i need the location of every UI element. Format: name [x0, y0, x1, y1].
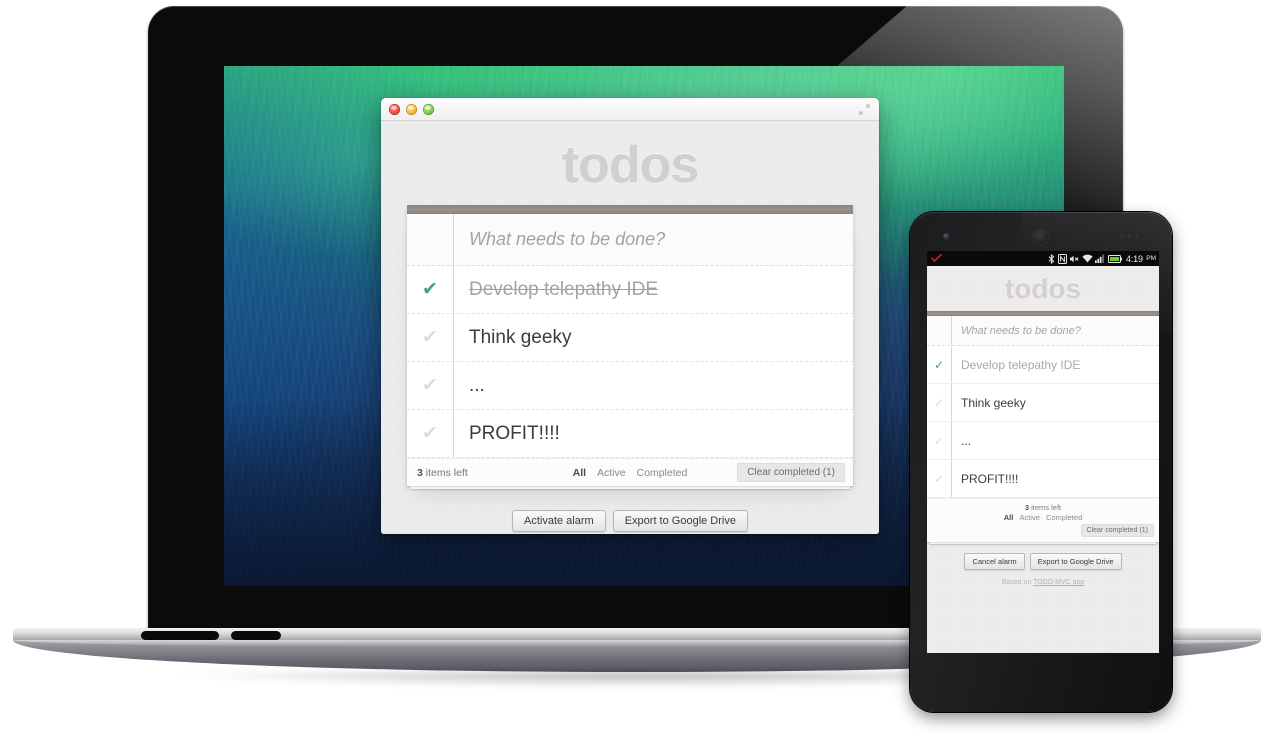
- notebook-margin-line: [951, 460, 952, 497]
- activate-alarm-button[interactable]: Activate alarm: [512, 510, 606, 532]
- window-titlebar[interactable]: [381, 98, 879, 121]
- list-item[interactable]: ✓ ...: [927, 422, 1159, 460]
- clear-completed-button[interactable]: Clear completed (1): [737, 463, 845, 482]
- todo-app: What needs to be done? ✔ Develop telepat…: [407, 205, 853, 486]
- list-item[interactable]: ✓ Think geeky: [927, 384, 1159, 422]
- todo-toggle-icon[interactable]: ✓: [927, 435, 951, 447]
- phone-page-title: todos: [1004, 273, 1082, 304]
- todo-toggle-icon[interactable]: ✓: [927, 473, 951, 485]
- table-row[interactable]: ✔ Develop telepathy IDE: [407, 266, 853, 314]
- status-bar-time: 4:19: [1126, 253, 1143, 264]
- page-title: todos: [561, 136, 700, 194]
- notebook-margin-line: [453, 410, 454, 457]
- phone-todo-app: What needs to be done? ✓ Develop telepat…: [927, 311, 1159, 542]
- todo-toggle-icon[interactable]: ✔: [407, 280, 453, 299]
- todo-label: PROFIT!!!!: [961, 471, 1019, 486]
- filter-completed[interactable]: Completed: [1046, 513, 1082, 522]
- nfc-icon: [1057, 253, 1067, 264]
- todo-toggle-icon[interactable]: ✓: [927, 397, 951, 409]
- app-viewport: todos What needs to be done? ✔ Develop t…: [381, 121, 879, 534]
- table-row[interactable]: ✔ PROFIT!!!!: [407, 410, 853, 458]
- notebook-margin-line: [453, 214, 454, 265]
- check-notification-icon: [931, 254, 942, 263]
- new-todo-input[interactable]: What needs to be done?: [469, 229, 665, 250]
- phone-extra-actions: Cancel alarm Export to Google Drive: [927, 553, 1159, 570]
- todo-toggle-icon[interactable]: ✔: [407, 424, 453, 443]
- phone-app-viewport: todos What needs to be done? ✓ Develop t…: [927, 266, 1159, 653]
- notebook-margin-line: [951, 316, 952, 345]
- filter-completed[interactable]: Completed: [637, 467, 688, 479]
- window-traffic-lights: [389, 104, 434, 115]
- todomvc-link[interactable]: TODO MVC app: [1033, 579, 1084, 586]
- todo-label: Develop telepathy IDE: [469, 278, 659, 300]
- todo-toggle-icon[interactable]: ✓: [927, 359, 951, 371]
- phone-filter-group: All Active Completed: [927, 513, 1159, 522]
- fullscreen-icon[interactable]: [858, 103, 871, 116]
- phone-todo-footer: 3 items left All Active Completed Clear …: [927, 498, 1159, 542]
- todo-label: Develop telepathy IDE: [961, 357, 1081, 372]
- android-status-bar: 4:19 PM: [927, 251, 1159, 266]
- minimize-button[interactable]: [406, 104, 417, 115]
- phone-new-todo-input[interactable]: What needs to be done?: [961, 325, 1081, 337]
- notebook-margin-line: [453, 266, 454, 313]
- table-row[interactable]: ✔ ...: [407, 362, 853, 410]
- list-item[interactable]: ✓ Develop telepathy IDE: [927, 346, 1159, 384]
- notebook-margin-line: [453, 314, 454, 361]
- todo-toggle-icon[interactable]: ✔: [407, 328, 453, 347]
- clear-completed-button[interactable]: Clear completed (1): [1080, 524, 1154, 537]
- notebook-margin-line: [453, 362, 454, 409]
- phone-power-button[interactable]: [1170, 274, 1172, 310]
- phone-device: 4:19 PM todos What needs to be done? ✓ D…: [895, 212, 1185, 724]
- phone-chin: [910, 653, 1172, 712]
- notebook-margin-line: [951, 384, 952, 421]
- filter-all[interactable]: All: [573, 467, 586, 479]
- todo-toggle-icon[interactable]: ✔: [407, 376, 453, 395]
- status-bar-meridiem: PM: [1146, 255, 1156, 262]
- battery-icon: [1107, 254, 1122, 263]
- todo-label: ...: [961, 433, 972, 448]
- laptop-port-2: [231, 631, 281, 640]
- todo-footer: 3 items left All Active Completed Clear …: [407, 458, 853, 486]
- front-camera-icon: [943, 233, 950, 240]
- phone-new-todo-row[interactable]: What needs to be done?: [927, 316, 1159, 346]
- todo-label: PROFIT!!!!: [469, 422, 560, 444]
- notebook-margin-line: [951, 422, 952, 459]
- notebook-margin-line: [951, 346, 952, 383]
- phone-screen: 4:19 PM todos What needs to be done? ✓ D…: [927, 251, 1159, 653]
- earpiece-speaker-icon: [1032, 229, 1050, 246]
- export-to-google-drive-button[interactable]: Export to Google Drive: [612, 510, 748, 532]
- list-item[interactable]: ✓ PROFIT!!!!: [927, 460, 1159, 498]
- signal-icon: [1095, 254, 1105, 263]
- bluetooth-icon: [1048, 253, 1055, 264]
- export-to-google-drive-button[interactable]: Export to Google Drive: [1029, 553, 1122, 570]
- todo-label: ...: [469, 374, 485, 396]
- phone-items-left-suffix: items left: [1029, 503, 1062, 512]
- list-top-bar: [407, 205, 853, 214]
- filter-active[interactable]: Active: [1019, 513, 1039, 522]
- laptop-port-1: [141, 631, 219, 640]
- proximity-sensor-icon: [1121, 235, 1139, 238]
- todo-label: Think geeky: [961, 395, 1026, 410]
- phone-body: 4:19 PM todos What needs to be done? ✓ D…: [910, 212, 1172, 712]
- credit-prefix: Based on: [1001, 579, 1034, 586]
- extra-actions: Activate alarm Export to Google Drive: [381, 510, 879, 532]
- close-button[interactable]: [389, 104, 400, 115]
- cancel-alarm-button[interactable]: Cancel alarm: [964, 553, 1025, 570]
- phone-volume-button[interactable]: [910, 298, 912, 350]
- wifi-icon: [1081, 254, 1093, 263]
- todo-label: Think geeky: [469, 326, 572, 348]
- table-row[interactable]: ✔ Think geeky: [407, 314, 853, 362]
- new-todo-row[interactable]: What needs to be done?: [407, 214, 853, 266]
- mute-icon: [1069, 254, 1079, 264]
- filter-all[interactable]: All: [1004, 513, 1014, 522]
- browser-window[interactable]: todos What needs to be done? ✔ Develop t…: [381, 98, 879, 534]
- zoom-button[interactable]: [423, 104, 434, 115]
- phone-items-left-count: 3 items left: [927, 503, 1159, 512]
- filter-active[interactable]: Active: [597, 467, 626, 479]
- scene-root: todos What needs to be done? ✔ Develop t…: [0, 0, 1280, 734]
- phone-credit-line: Based on TODO MVC app: [927, 579, 1159, 586]
